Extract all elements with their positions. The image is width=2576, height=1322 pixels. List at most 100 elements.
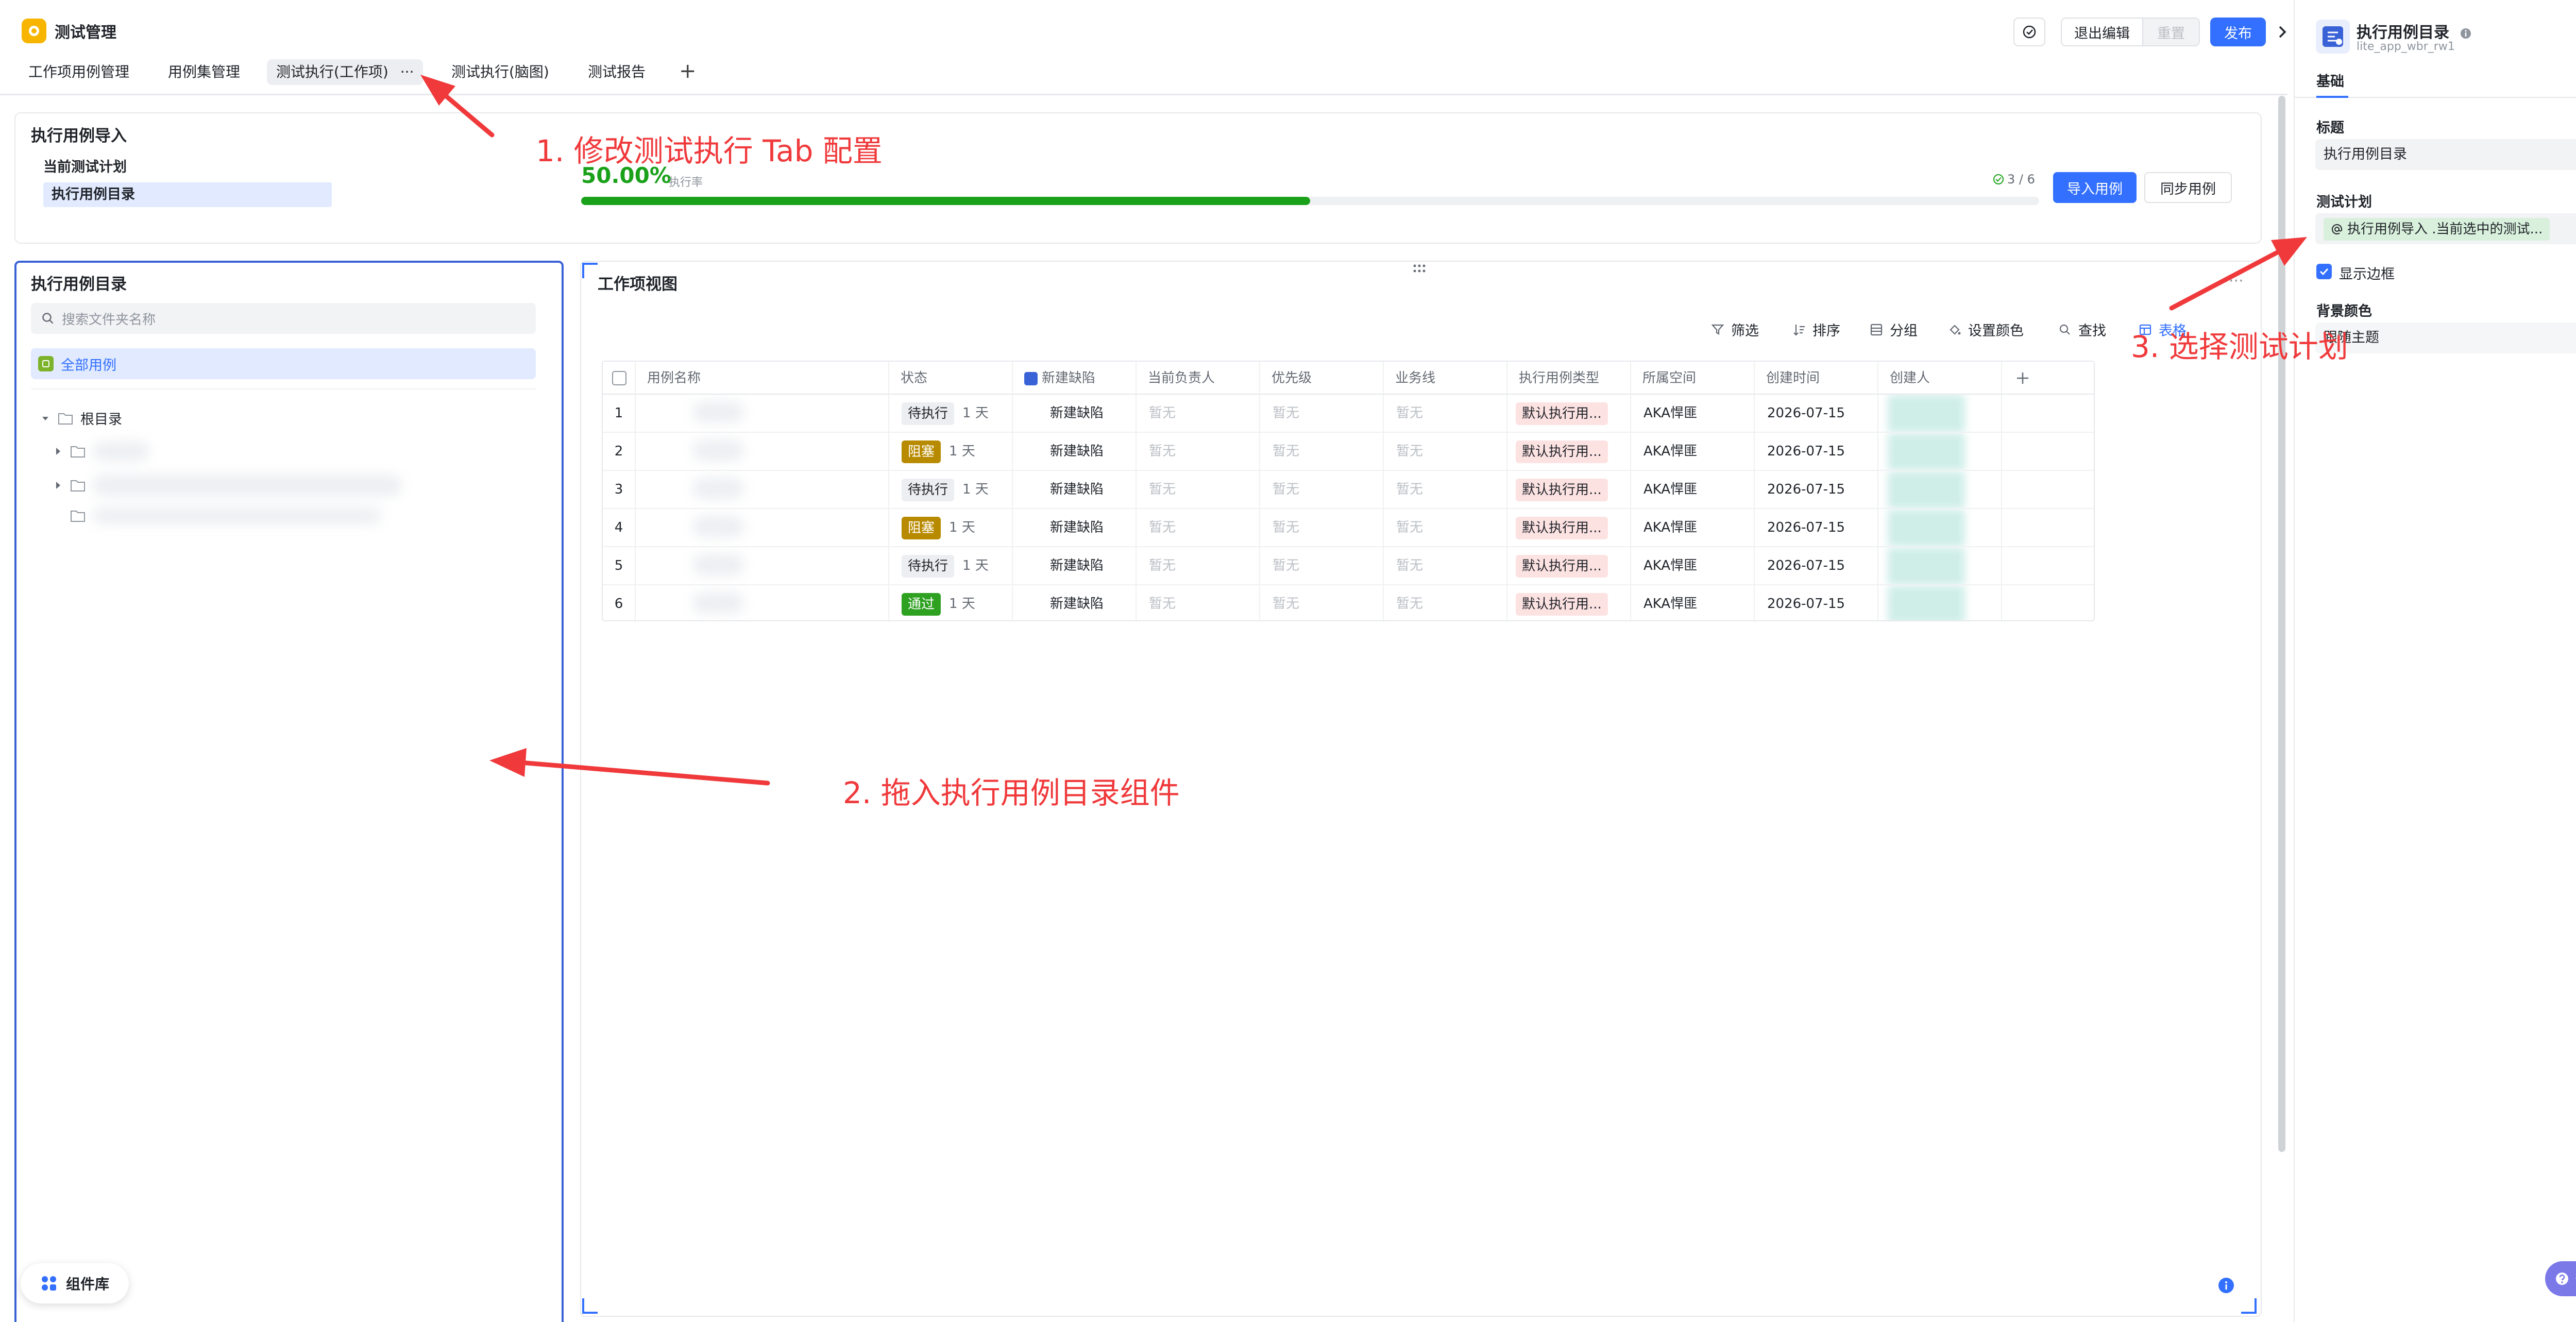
space-cell[interactable]: AKA悍匪 [1631,471,1755,508]
created-time-cell[interactable]: 2026-07-15 [1755,395,1878,432]
set-color-button[interactable]: 设置颜色 [1947,319,2024,340]
info-icon[interactable] [2218,1278,2234,1293]
table-row[interactable]: 3 待执行 1 天新建缺陷 暂无 暂无 暂无 默认执行用... AKA悍匪 2026-07-15 [603,471,2094,509]
exec-case-type-cell[interactable]: 默认执行用... [1507,509,1631,546]
created-time-cell[interactable]: 2026-07-15 [1755,433,1878,470]
tab-basic[interactable]: 基础 [2316,70,2344,90]
status-badge[interactable]: 待执行 [902,478,955,501]
group-button[interactable]: 分组 [1869,319,1918,340]
chevron-right-icon[interactable] [2272,15,2293,48]
case-name-cell[interactable] [636,547,889,584]
owner-cell[interactable]: 暂无 [1137,471,1260,508]
priority-cell[interactable]: 暂无 [1260,585,1384,620]
tab-test-execution-mindmap[interactable]: 测试执行(脑图) [451,59,549,85]
drag-handle-icon[interactable] [1413,264,1426,274]
tree-folder-3[interactable] [70,508,381,523]
case-name-cell[interactable] [636,509,889,546]
case-name-cell[interactable] [636,585,889,620]
status-cell[interactable]: 待执行 1 天 [889,395,1013,432]
created-time-cell[interactable]: 2026-07-15 [1755,585,1878,620]
table-row[interactable]: 6 通过 1 天新建缺陷 暂无 暂无 暂无 默认执行用... AKA悍匪 2026-07-15 [603,585,2094,620]
exec-case-type-cell[interactable]: 默认执行用... [1507,547,1631,584]
table-row[interactable]: 1 待执行 1 天新建缺陷 暂无 暂无 暂无 默认执行用... AKA悍匪 2026-07-15 [603,395,2094,433]
priority-cell[interactable]: 暂无 [1260,395,1384,432]
exit-edit-button[interactable]: 退出编辑 [2062,19,2143,45]
column-header-case-name[interactable]: 用例名称 [636,362,889,395]
plan-reference-chip[interactable]: 执行用例导入 .当前选中的测试... [2324,217,2550,241]
column-header-status[interactable]: 状态 [889,362,1013,395]
table-row[interactable]: 2 阻塞 1 天新建缺陷 暂无 暂无 暂无 默认执行用... AKA悍匪 2026-07-15 [603,433,2094,471]
filter-button[interactable]: 筛选 [1710,319,1759,340]
status-cell[interactable]: 通过 1 天 [889,585,1013,620]
space-cell[interactable]: AKA悍匪 [1631,433,1755,470]
creator-cell[interactable] [1878,547,2002,584]
help-button[interactable]: 帮助 [2545,1261,2576,1296]
priority-cell[interactable]: 暂无 [1260,547,1384,584]
tab-test-report[interactable]: 测试报告 [588,59,646,85]
status-badge[interactable]: 阻塞 [902,440,941,463]
column-header-new-defect[interactable]: 新建缺陷 [1013,362,1137,395]
exec-case-type-cell[interactable]: 默认执行用... [1507,395,1631,432]
bg-color-select[interactable]: 跟随主题 [2315,323,2576,353]
status-badge[interactable]: 阻塞 [902,516,941,539]
owner-cell[interactable]: 暂无 [1137,395,1260,432]
creator-cell[interactable] [1878,471,2002,508]
column-header-exec-case-type[interactable]: 执行用例类型 [1507,362,1631,395]
column-header-creator[interactable]: 创建人 [1878,362,2002,395]
priority-cell[interactable]: 暂无 [1260,509,1384,546]
column-header-space[interactable]: 所属空间 [1631,362,1755,395]
owner-cell[interactable]: 暂无 [1137,547,1260,584]
column-header-business-line[interactable]: 业务线 [1384,362,1507,395]
exec-case-type-cell[interactable]: 默认执行用... [1507,471,1631,508]
space-cell[interactable]: AKA悍匪 [1631,395,1755,432]
owner-cell[interactable]: 暂无 [1137,509,1260,546]
space-cell[interactable]: AKA悍匪 [1631,547,1755,584]
tab-case-management[interactable]: 工作项用例管理 [28,59,129,85]
add-column-icon[interactable] [2002,362,2094,395]
more-options-icon[interactable]: ··· [2229,272,2244,290]
caret-right-icon[interactable] [54,446,63,456]
import-cases-button[interactable]: 导入用例 [2053,172,2137,203]
exec-case-type-cell[interactable]: 默认执行用... [1507,585,1631,620]
priority-cell[interactable]: 暂无 [1260,433,1384,470]
business-line-cell[interactable]: 暂无 [1384,585,1507,620]
case-name-cell[interactable] [636,395,889,432]
status-badge[interactable]: 待执行 [902,554,955,578]
table-row[interactable]: 5 待执行 1 天新建缺陷 暂无 暂无 暂无 默认执行用... AKA悍匪 2026-07-15 [603,547,2094,585]
created-time-cell[interactable]: 2026-07-15 [1755,547,1878,584]
table-row[interactable]: 4 阻塞 1 天新建缺陷 暂无 暂无 暂无 默认执行用... AKA悍匪 2026-07-15 [603,509,2094,547]
tree-folder-2[interactable] [54,475,402,496]
plan-field-input[interactable]: 执行用例导入 .当前选中的测试... [2315,213,2576,244]
new-defect-cell[interactable]: 新建缺陷 [1013,585,1137,620]
tree-root[interactable]: 根目录 [40,408,122,428]
sync-cases-button[interactable]: 同步用例 [2144,172,2232,203]
title-field-input[interactable]: 执行用例目录 [2315,139,2576,170]
new-defect-cell[interactable]: 新建缺陷 [1013,395,1137,432]
theme-icon[interactable] [2013,18,2045,46]
owner-cell[interactable]: 暂无 [1137,433,1260,470]
creator-cell[interactable] [1878,585,2002,620]
status-cell[interactable]: 阻塞 1 天 [889,433,1013,470]
status-cell[interactable]: 待执行 1 天 [889,547,1013,584]
select-all-checkbox[interactable] [612,371,626,385]
new-defect-cell[interactable]: 新建缺陷 [1013,433,1137,470]
exec-case-type-cell[interactable]: 默认执行用... [1507,433,1631,470]
new-defect-cell[interactable]: 新建缺陷 [1013,471,1137,508]
case-name-cell[interactable] [636,433,889,470]
owner-cell[interactable]: 暂无 [1137,585,1260,620]
tab-test-execution-workitem[interactable]: 测试执行(工作项) ··· [267,59,423,85]
column-header-priority[interactable]: 优先级 [1260,362,1384,395]
space-cell[interactable]: AKA悍匪 [1631,585,1755,620]
tab-more-icon[interactable]: ··· [400,63,414,80]
business-line-cell[interactable]: 暂无 [1384,395,1507,432]
creator-cell[interactable] [1878,395,2002,432]
creator-cell[interactable] [1878,509,2002,546]
all-cases-item[interactable]: 全部用例 [31,348,536,379]
canvas-scrollbar[interactable] [2278,96,2285,1152]
show-border-checkbox[interactable] [2316,264,2332,279]
new-defect-cell[interactable]: 新建缺陷 [1013,547,1137,584]
business-line-cell[interactable]: 暂无 [1384,471,1507,508]
info-circle-icon[interactable] [2460,27,2472,40]
created-time-cell[interactable]: 2026-07-15 [1755,471,1878,508]
tab-case-set[interactable]: 用例集管理 [168,59,240,85]
